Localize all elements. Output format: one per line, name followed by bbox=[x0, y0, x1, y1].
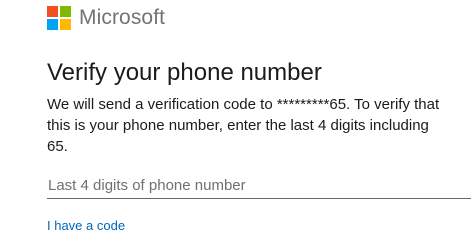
logo-green-square bbox=[60, 6, 71, 17]
microsoft-brand: Microsoft bbox=[47, 5, 165, 31]
description-line: We will send a verification code to ****… bbox=[47, 96, 440, 113]
logo-yellow-square bbox=[60, 19, 71, 30]
brand-name: Microsoft bbox=[79, 6, 166, 29]
description-line: 65. bbox=[47, 138, 68, 155]
microsoft-logo-icon bbox=[47, 6, 71, 30]
page-title: Verify your phone number bbox=[47, 59, 322, 86]
logo-blue-square bbox=[47, 19, 58, 30]
logo-red-square bbox=[47, 6, 58, 17]
verify-phone-page: Microsoft Verify your phone number We wi… bbox=[0, 0, 474, 245]
verification-description: We will send a verification code to ****… bbox=[47, 94, 472, 157]
have-code-link[interactable]: I have a code bbox=[47, 218, 125, 234]
phone-digits-input[interactable] bbox=[47, 172, 471, 199]
description-line: this is your phone number, enter the las… bbox=[47, 117, 429, 134]
